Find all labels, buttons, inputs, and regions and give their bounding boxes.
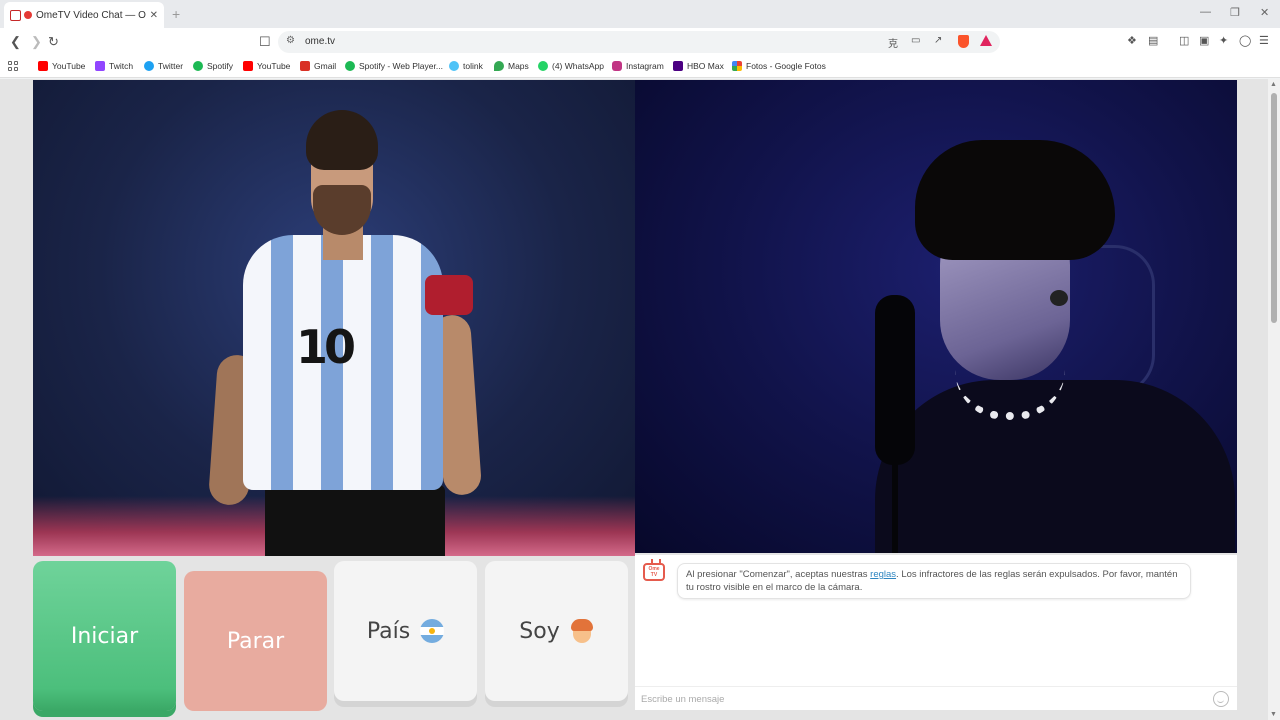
twitter-icon [144, 61, 154, 71]
chat-panel: Ome TV Al presionar "Comenzar", aceptas … [635, 555, 1237, 710]
jersey-number: 10 [296, 320, 356, 374]
message-input[interactable] [641, 691, 1201, 707]
bookmarks-bar: YouTube Twitch Twitter Spotify YouTube G… [0, 56, 1280, 78]
twitch-icon [95, 61, 105, 71]
partner-video: 10 [33, 80, 635, 556]
youtube-icon [38, 61, 48, 71]
mail-icon [10, 9, 21, 21]
forward-icon[interactable]: ❯ [31, 34, 42, 50]
back-icon[interactable]: ❮ [10, 34, 21, 50]
site-settings-icon[interactable]: ⚙ [286, 35, 295, 46]
extensions-icon[interactable]: ❖ [1127, 34, 1137, 47]
wallet-icon[interactable]: ▣ [1199, 34, 1209, 47]
emoji-picker-icon[interactable] [1213, 691, 1229, 707]
spotify-icon [193, 61, 203, 71]
chat-input-bar [635, 686, 1237, 710]
scroll-up-icon[interactable]: ▲ [1270, 81, 1277, 88]
scrollbar-thumb[interactable] [1271, 93, 1277, 323]
apps-grid-icon[interactable] [8, 61, 18, 71]
page-scrollbar[interactable]: ▲ ▼ [1268, 79, 1280, 720]
bookmark-hbomax[interactable]: HBO Max [673, 61, 724, 71]
maps-icon [494, 61, 504, 71]
captain-armband [425, 275, 473, 315]
bookmark-maps[interactable]: Maps [494, 61, 529, 71]
country-selector-button[interactable]: País [334, 561, 477, 701]
url-text: ome.tv [305, 36, 336, 47]
window-close-icon[interactable]: ✕ [1260, 6, 1269, 19]
menu-icon[interactable]: ☰ [1259, 34, 1269, 47]
leo-ai-icon[interactable]: ✦ [1219, 34, 1228, 47]
scroll-down-icon[interactable]: ▼ [1270, 711, 1277, 718]
argentina-flag-icon [420, 619, 445, 643]
translate-icon[interactable]: 克 [888, 35, 898, 50]
bookmark-tolink[interactable]: tolink [449, 61, 483, 71]
rules-link[interactable]: reglas [870, 569, 896, 580]
bookmark-whatsapp[interactable]: (4) WhatsApp [538, 61, 604, 71]
start-button[interactable]: Iniciar [33, 561, 176, 711]
bookmark-twitch[interactable]: Twitch [95, 61, 133, 71]
hbomax-icon [673, 61, 683, 71]
soccer-player-image: 10 [203, 110, 483, 556]
active-tab[interactable]: OmeTV Video Chat — Omegle ✕ [4, 2, 164, 28]
self-camera-video [635, 80, 1237, 553]
ometv-logo-icon: Ome TV [643, 563, 665, 581]
instagram-icon [612, 61, 622, 71]
share-icon[interactable]: ↗ [934, 35, 942, 46]
bookmark-youtube[interactable]: YouTube [38, 61, 85, 71]
stop-button[interactable]: Parar [184, 571, 327, 711]
restore-icon[interactable]: ❐ [1230, 6, 1240, 19]
tab-strip: OmeTV Video Chat — Omegle ✕ + — ❐ ✕ [0, 0, 1280, 28]
earphone [1050, 290, 1068, 306]
bookmark-youtube-2[interactable]: YouTube [243, 61, 290, 71]
gender-label: Soy [519, 618, 560, 644]
youtube-icon [243, 61, 253, 71]
link-icon [449, 61, 459, 71]
browser-toolbar: ❮ ❯ ↻ ☐ ⚙ ome.tv 克 ▭ ↗ ❖ ▤ ◫ ▣ ✦ ◯ ☰ [0, 28, 1280, 56]
boy-emoji-icon [570, 619, 594, 643]
start-button-label: Iniciar [70, 623, 139, 649]
bookmark-twitter[interactable]: Twitter [144, 61, 183, 71]
stop-button-label: Parar [226, 628, 285, 654]
microphone [875, 295, 915, 465]
spotify-icon [345, 61, 355, 71]
country-label: País [366, 618, 411, 644]
cast-icon[interactable]: ▭ [911, 35, 920, 46]
minimize-icon[interactable]: — [1200, 6, 1211, 18]
new-tab-button[interactable]: + [172, 6, 180, 22]
ometv-page: 10 Iniciar Parar País Soy Ome TV Al pres… [0, 79, 1280, 720]
vpn-icon[interactable]: ◯ [1239, 34, 1251, 47]
gender-selector-button[interactable]: Soy [485, 561, 628, 701]
google-photos-icon [732, 61, 742, 71]
bookmark-instagram[interactable]: Instagram [612, 61, 664, 71]
sidebar-icon[interactable]: ◫ [1179, 34, 1189, 47]
rules-notice-message: Al presionar "Comenzar", aceptas nuestra… [677, 563, 1191, 599]
bookmark-spotify-web[interactable]: Spotify - Web Player... [345, 61, 443, 71]
whatsapp-icon [538, 61, 548, 71]
address-bar[interactable]: ⚙ ome.tv 克 ▭ ↗ [278, 31, 1000, 53]
bookmark-gmail[interactable]: Gmail [300, 61, 336, 71]
user-webcam-image [875, 120, 1235, 553]
reload-icon[interactable]: ↻ [48, 34, 59, 50]
gmail-icon [300, 61, 310, 71]
tab-title: OmeTV Video Chat — Omegle [36, 9, 146, 21]
tab-search-icon[interactable]: ▤ [1148, 34, 1158, 47]
brave-rewards-icon[interactable] [980, 35, 992, 46]
bookmark-spotify[interactable]: Spotify [193, 61, 233, 71]
tab-close-icon[interactable]: ✕ [150, 10, 158, 21]
record-icon [24, 11, 32, 19]
bookmark-icon[interactable]: ☐ [259, 34, 271, 50]
brave-shields-icon[interactable] [958, 35, 969, 48]
bookmark-google-photos[interactable]: Fotos - Google Fotos [732, 61, 826, 71]
